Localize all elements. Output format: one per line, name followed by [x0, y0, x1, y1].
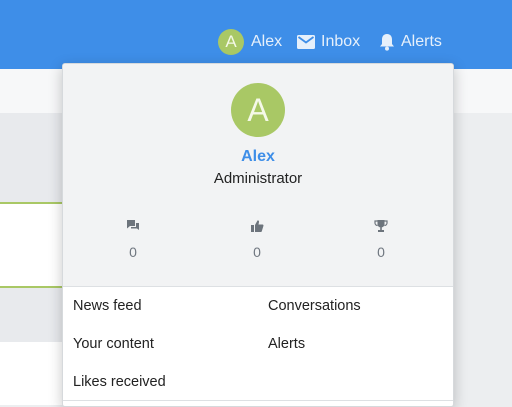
divider [63, 400, 453, 401]
trophy-icon [351, 219, 411, 237]
nav-inbox-label: Inbox [321, 33, 361, 50]
nav-user-name: Alex [251, 33, 283, 50]
nav-alerts[interactable]: Alerts [379, 28, 442, 56]
thumbs-up-icon [227, 219, 287, 237]
stat-messages-value: 0 [129, 244, 137, 260]
envelope-icon [297, 35, 315, 49]
account-menu-popup: A Alex Administrator 0 0 0 News feed Con… [62, 63, 454, 407]
nav-alerts-label: Alerts [401, 33, 442, 50]
link-conversations[interactable]: Conversations [268, 298, 361, 314]
stat-trophies[interactable]: 0 [351, 219, 411, 260]
top-navigation-bar: A Alex Inbox Alerts [0, 0, 512, 69]
link-news-feed[interactable]: News feed [73, 298, 142, 314]
background-sidebar [452, 113, 512, 405]
link-likes-received[interactable]: Likes received [73, 374, 166, 390]
nav-user-account[interactable]: A Alex [218, 28, 282, 56]
nav-avatar: A [218, 29, 244, 55]
background-card [0, 342, 70, 405]
stat-messages[interactable]: 0 [103, 219, 163, 260]
link-alerts[interactable]: Alerts [268, 336, 305, 352]
stat-likes[interactable]: 0 [227, 219, 287, 260]
user-name-link[interactable]: Alex [63, 148, 453, 166]
stat-trophies-value: 0 [377, 244, 385, 260]
nav-inbox[interactable]: Inbox [297, 28, 360, 56]
messages-icon [103, 219, 163, 237]
bell-icon [379, 33, 395, 51]
background-card [0, 202, 70, 288]
account-menu-header: A Alex Administrator 0 0 0 [63, 64, 453, 287]
avatar[interactable]: A [231, 83, 285, 137]
user-role: Administrator [213, 170, 303, 187]
stat-likes-value: 0 [253, 244, 261, 260]
link-your-content[interactable]: Your content [73, 336, 154, 352]
